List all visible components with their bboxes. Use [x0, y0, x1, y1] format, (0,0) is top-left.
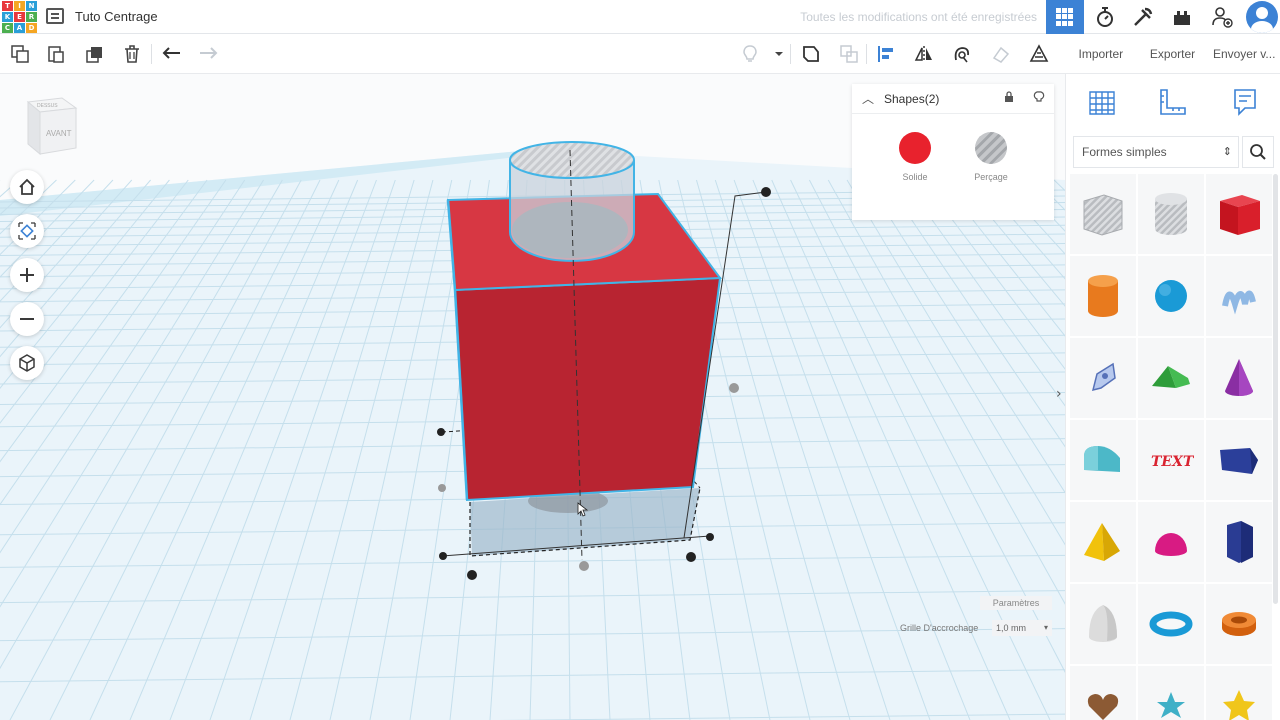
delete-icon[interactable]	[119, 41, 145, 67]
workplane-icon[interactable]	[1082, 82, 1122, 122]
snap-grid-label: Grille D'accrochage	[900, 623, 979, 633]
zoom-out-button[interactable]	[10, 302, 44, 336]
viewcube-top-label: DESSUS	[37, 103, 58, 109]
hole-swatch[interactable]	[975, 132, 1007, 164]
save-status: Toutes les modifications ont été enregis…	[800, 10, 1037, 24]
add-user-icon[interactable]	[1203, 0, 1241, 34]
solid-label: Solide	[902, 172, 928, 182]
shape-pyramid[interactable]	[1070, 502, 1136, 582]
group-icon[interactable]	[798, 41, 824, 67]
corner-handle-front-left[interactable]	[467, 570, 477, 580]
design-list-icon[interactable]	[46, 8, 64, 24]
align-icon[interactable]	[873, 41, 899, 67]
shape-polygon[interactable]	[1206, 502, 1272, 582]
viewcube-front-label: AVANT	[46, 129, 72, 138]
workplane-settings-button[interactable]: Paramètres	[980, 596, 1052, 610]
import-export-bar: Importer Exporter Envoyer v...	[1065, 34, 1280, 74]
shape-sphere[interactable]	[1138, 256, 1204, 336]
edit-toolbar	[0, 34, 1065, 74]
shape-cone[interactable]	[1206, 338, 1272, 418]
shape-generator[interactable]	[1070, 338, 1136, 418]
shape-roof[interactable]	[1138, 338, 1204, 418]
height-handle[interactable]	[761, 187, 771, 197]
red-box-shape[interactable]	[453, 276, 722, 502]
shape-star[interactable]	[1138, 666, 1204, 720]
copy-icon[interactable]	[7, 41, 33, 67]
mirror-icon[interactable]	[911, 41, 937, 67]
shapes-panel: Formes simples ⇕ TEXT	[1065, 74, 1280, 720]
side-handle-left[interactable]	[438, 484, 446, 492]
shape-heart[interactable]	[1070, 666, 1136, 720]
import-button[interactable]: Importer	[1065, 47, 1137, 61]
ruler-tool-icon[interactable]	[1026, 41, 1052, 67]
zoom-in-button[interactable]	[10, 258, 44, 292]
shape-torus[interactable]	[1138, 584, 1204, 664]
shape-library-select[interactable]: Formes simples	[1073, 136, 1239, 168]
light-dropdown-icon[interactable]	[766, 41, 792, 67]
corner-handle-right[interactable]	[706, 533, 714, 541]
ruler-icon[interactable]	[1153, 82, 1193, 122]
shape-scribble[interactable]	[1206, 256, 1272, 336]
side-handle-front[interactable]	[579, 561, 589, 571]
corner-handle-left[interactable]	[439, 552, 447, 560]
projection-button[interactable]	[10, 346, 44, 380]
corner-handle-back-left[interactable]	[437, 428, 445, 436]
inspector-title: Shapes(2)	[884, 91, 940, 106]
send-to-button[interactable]: Envoyer v...	[1208, 47, 1280, 61]
view-cube[interactable]: DESSUS AVANT	[24, 94, 78, 156]
shape-tube[interactable]	[1206, 584, 1272, 664]
minus-icon	[20, 318, 34, 320]
plus-icon	[20, 268, 34, 282]
corner-handle-front-right[interactable]	[686, 552, 696, 562]
side-handle-right[interactable]	[729, 383, 739, 393]
collapse-inspector-icon[interactable]: ︿	[852, 90, 884, 107]
shape-wedge[interactable]	[1206, 420, 1272, 500]
shape-text[interactable]: TEXT	[1138, 420, 1204, 500]
light-bulb-inspector-icon[interactable]	[1033, 91, 1045, 106]
svg-text:TEXT: TEXT	[1151, 454, 1194, 470]
design-title[interactable]: Tuto Centrage	[75, 9, 158, 24]
top-bar: TIN KER CAD Tuto Centrage Toutes les mod…	[0, 0, 1280, 34]
shape-box[interactable]	[1206, 174, 1272, 254]
undo-icon[interactable]	[159, 41, 185, 67]
home-icon	[19, 178, 35, 195]
redo-icon[interactable]	[195, 41, 221, 67]
shape-paraboloid[interactable]	[1070, 584, 1136, 664]
lock-icon[interactable]	[1003, 91, 1015, 106]
user-avatar[interactable]	[1246, 1, 1278, 33]
perspective-cube-icon	[19, 354, 35, 372]
ungroup-icon[interactable]	[836, 41, 862, 67]
shape-cylinder[interactable]	[1070, 256, 1136, 336]
paste-icon[interactable]	[43, 41, 69, 67]
panel-scrollbar[interactable]	[1273, 174, 1278, 604]
notes-icon[interactable]	[1225, 82, 1265, 122]
grid-view-icon[interactable]	[1046, 0, 1084, 34]
home-view-button[interactable]	[10, 170, 44, 204]
codeblocks-icon[interactable]	[1124, 0, 1162, 34]
shapes-grid: TEXT	[1070, 174, 1272, 720]
snap-grid-select[interactable]: 1,0 mm	[992, 620, 1052, 636]
fit-view-icon	[18, 222, 36, 240]
shape-cylinder-hole[interactable]	[1138, 174, 1204, 254]
hole-label: Perçage	[974, 172, 1008, 182]
shape-round-roof[interactable]	[1070, 420, 1136, 500]
workplane-tool-icon[interactable]	[988, 41, 1014, 67]
export-button[interactable]: Exporter	[1137, 47, 1209, 61]
solid-swatch[interactable]	[899, 132, 931, 164]
cruise-icon[interactable]	[949, 41, 975, 67]
lessons-icon[interactable]	[1163, 0, 1201, 34]
duplicate-icon[interactable]	[82, 41, 108, 67]
light-bulb-icon[interactable]	[737, 41, 763, 67]
search-icon[interactable]	[1242, 136, 1274, 168]
circuits-icon[interactable]	[1086, 0, 1124, 34]
shape-inspector: ︿ Shapes(2) Solide Perçage	[852, 84, 1054, 220]
shape-half-sphere[interactable]	[1138, 502, 1204, 582]
shape-box-hole[interactable]	[1070, 174, 1136, 254]
tinkercad-logo[interactable]: TIN KER CAD	[2, 1, 37, 33]
shape-star-gold[interactable]	[1206, 666, 1272, 720]
fit-view-button[interactable]	[10, 214, 44, 248]
